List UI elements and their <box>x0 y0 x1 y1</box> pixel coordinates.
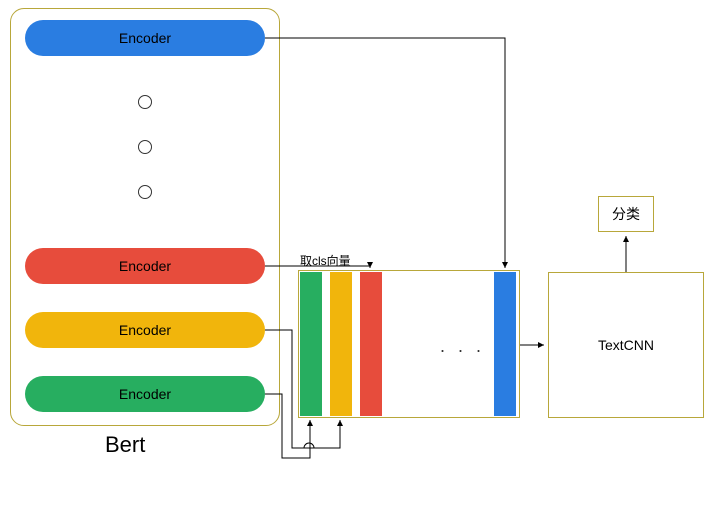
vector-ellipsis: . . . <box>440 336 485 357</box>
textcnn-box: TextCNN <box>548 272 704 418</box>
cls-annotation: 取cls向量 <box>300 252 351 269</box>
bert-label: Bert <box>105 432 145 458</box>
encoder-top: Encoder <box>25 20 265 56</box>
encoder-red: Encoder <box>25 248 265 284</box>
ellipsis-circle-3 <box>138 185 152 199</box>
ellipsis-circle-2 <box>138 140 152 154</box>
encoder-green: Encoder <box>25 376 265 412</box>
vector-bar-red <box>360 272 382 416</box>
bert-container <box>10 8 280 426</box>
vector-bar-green <box>300 272 322 416</box>
output-box: 分类 <box>598 196 654 232</box>
vector-bar-yellow <box>330 272 352 416</box>
encoder-yellow: Encoder <box>25 312 265 348</box>
ellipsis-circle-1 <box>138 95 152 109</box>
vector-bar-blue <box>494 272 516 416</box>
